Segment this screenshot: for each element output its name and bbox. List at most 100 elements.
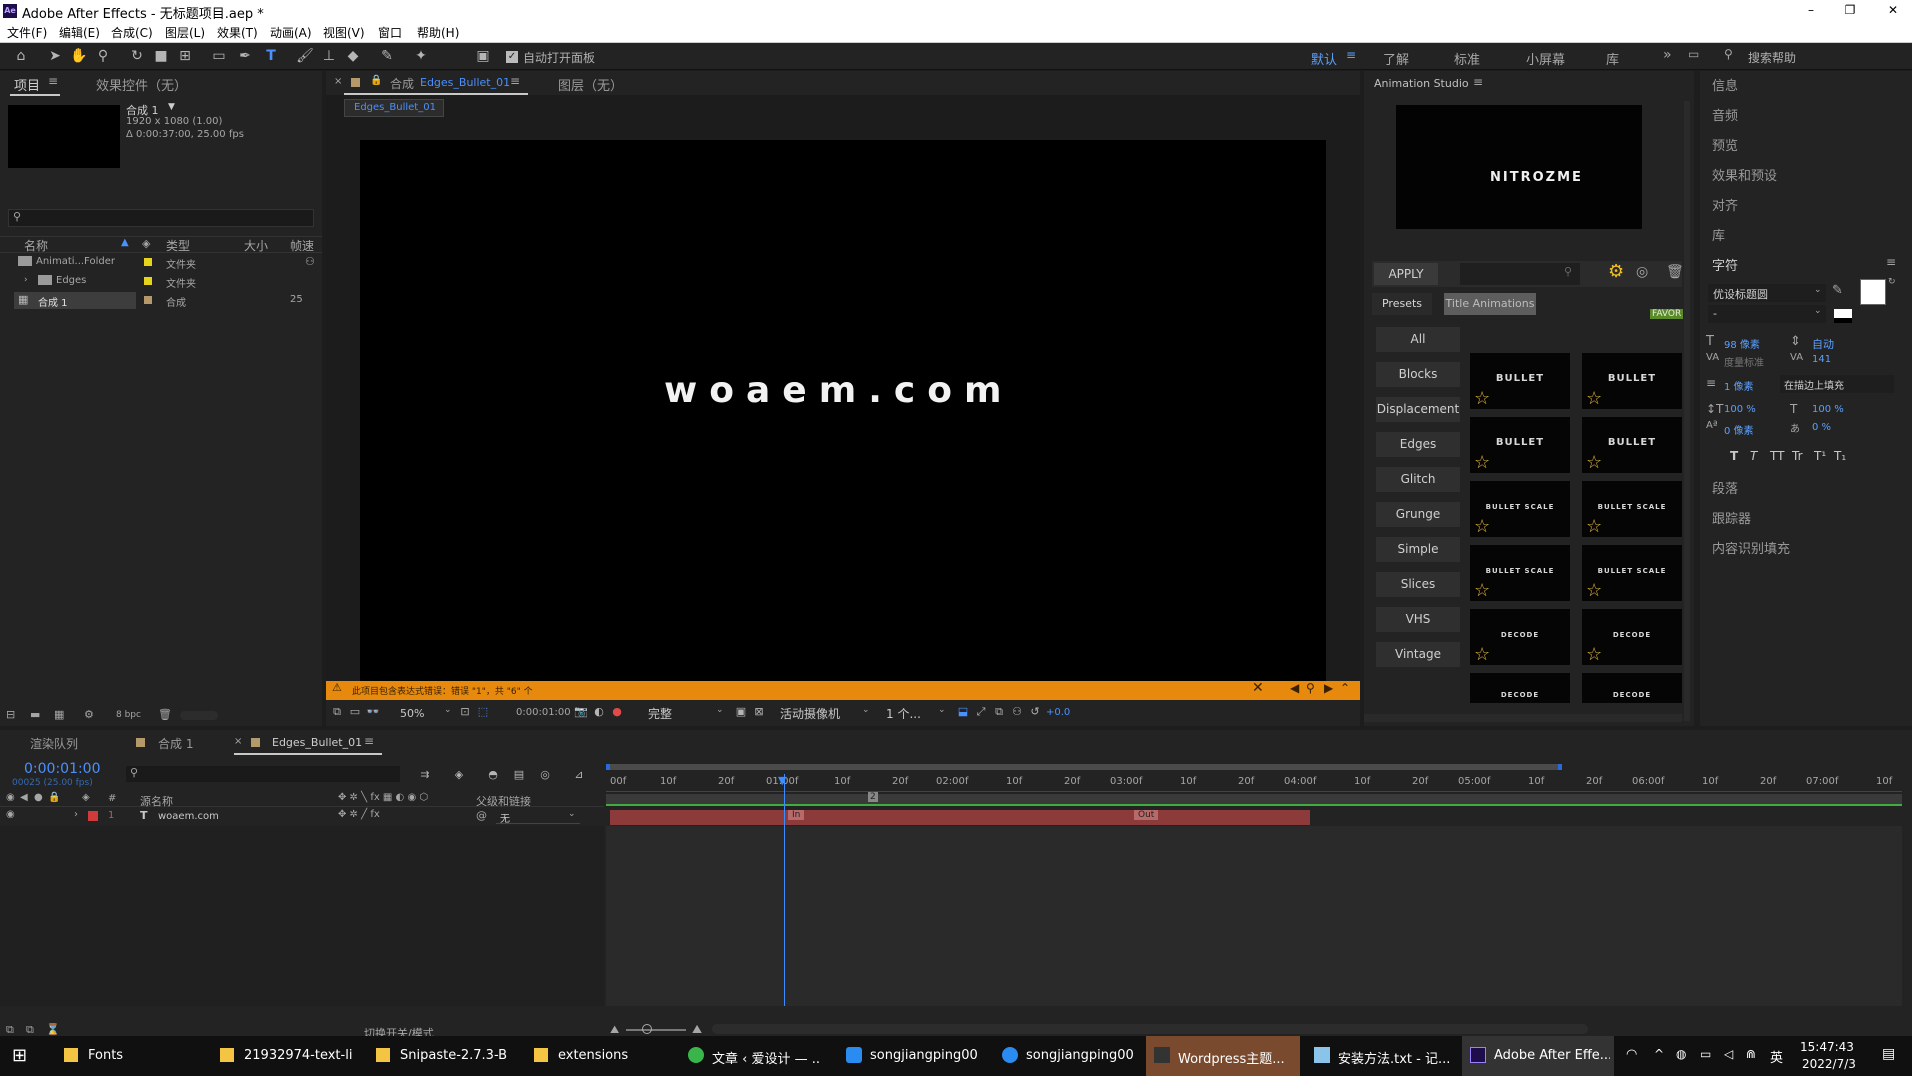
taskbar-item[interactable]: songjiangping00...: [842, 1036, 980, 1076]
menu-edit[interactable]: 编辑(E): [59, 24, 100, 41]
project-row-name[interactable]: Edges: [56, 275, 86, 286]
all-caps-button[interactable]: TT: [1770, 449, 1784, 463]
tab-presets[interactable]: Presets: [1372, 293, 1432, 315]
app-tray-icon[interactable]: ◍: [1676, 1047, 1686, 1061]
roi-icon[interactable]: ▣: [732, 703, 750, 721]
tab-project[interactable]: 项目: [14, 75, 40, 94]
panel-paragraph-tab[interactable]: 段落: [1712, 478, 1738, 497]
tab-edges-bullet[interactable]: Edges_Bullet_01: [272, 736, 362, 749]
taskbar-item[interactable]: songjiangping00...: [998, 1036, 1136, 1076]
menu-effect[interactable]: 效果(T): [217, 24, 258, 41]
zoom-in-icon[interactable]: ⛰: [692, 1022, 702, 1037]
roto-brush-tool-icon[interactable]: ✎: [378, 47, 396, 65]
taskbar-item[interactable]: extensions: [530, 1036, 668, 1076]
battery-icon[interactable]: ▭: [1700, 1047, 1711, 1061]
more-workspaces-icon[interactable]: »: [1663, 47, 1672, 63]
studio-search-input[interactable]: [1460, 263, 1580, 285]
toggle-modes-icon[interactable]: ⧉: [26, 1023, 34, 1037]
frame-blending-icon[interactable]: ▤: [510, 766, 528, 784]
bpc-label[interactable]: 8 bpc: [116, 710, 141, 720]
camera-dropdown-icon[interactable]: ⌄: [862, 705, 870, 715]
taskbar-item[interactable]: Snipaste-2.7.3-B...: [372, 1036, 510, 1076]
minimize-icon[interactable]: –: [1796, 0, 1826, 22]
category-vintage[interactable]: Vintage: [1376, 642, 1460, 667]
canvas[interactable]: [360, 140, 1326, 684]
selection-tool-icon[interactable]: ➤: [46, 47, 64, 65]
superscript-button[interactable]: T¹: [1814, 449, 1826, 463]
marker-in[interactable]: In: [788, 810, 805, 820]
info-icon[interactable]: ◎: [1636, 264, 1648, 280]
swap-colors-icon[interactable]: ↻: [1888, 277, 1896, 287]
work-area-range[interactable]: [606, 764, 1562, 770]
find-error-icon[interactable]: ⚲: [1306, 681, 1315, 695]
tray-expand-icon[interactable]: ^: [1654, 1047, 1664, 1061]
favorites-tab[interactable]: FAVOR: [1650, 309, 1684, 319]
menu-help[interactable]: 帮助(H): [417, 24, 459, 41]
reset-exposure-icon[interactable]: ↺: [1026, 703, 1044, 721]
panel-info[interactable]: 信息: [1712, 75, 1738, 94]
tab-title-animations[interactable]: Title Animations: [1444, 293, 1536, 315]
studio-title[interactable]: Animation Studio: [1374, 77, 1469, 90]
project-row-name[interactable]: 合成 1: [38, 294, 68, 309]
windows-start-icon[interactable]: ⊞: [12, 1045, 27, 1066]
category-grunge[interactable]: Grunge: [1376, 502, 1460, 527]
menu-file[interactable]: 文件(F): [7, 24, 47, 41]
zoom-slider[interactable]: [626, 1029, 686, 1031]
home-icon[interactable]: ⌂: [12, 47, 30, 65]
preset-thumb[interactable]: DECODE ☆: [1582, 609, 1682, 665]
workspace-small-screen[interactable]: 小屏幕: [1526, 49, 1565, 68]
search-help-icon[interactable]: ⚲: [1724, 47, 1733, 61]
playhead[interactable]: [784, 774, 785, 1006]
taskbar-item[interactable]: 21932974-text-li...: [216, 1036, 354, 1076]
horizontal-scale-value[interactable]: 100 %: [1812, 404, 1844, 415]
timeline-menu-icon[interactable]: ≡: [364, 734, 374, 748]
label-swatch-tan[interactable]: [144, 296, 152, 304]
favorite-star-icon[interactable]: ☆: [1474, 516, 1491, 537]
mask-view-icon[interactable]: 👓: [364, 703, 382, 721]
zoom-select[interactable]: 50%: [400, 707, 424, 720]
workspace-standard[interactable]: 标准: [1454, 49, 1480, 68]
pan-behind-tool-icon[interactable]: ⊞: [176, 47, 194, 65]
fit-icon[interactable]: ⊡: [456, 703, 474, 721]
prev-error-icon[interactable]: ◀: [1290, 681, 1299, 695]
small-caps-button[interactable]: Tr: [1792, 449, 1803, 463]
timeline-link-icon[interactable]: ⧉: [990, 703, 1008, 721]
label-swatch-yellow[interactable]: [144, 277, 152, 285]
delete-icon[interactable]: 🗑: [158, 708, 172, 721]
menu-view[interactable]: 视图(V): [323, 24, 365, 41]
taskbar-item-active[interactable]: Adobe After Effe...: [1462, 1036, 1614, 1076]
layer-label-swatch[interactable]: [88, 811, 98, 821]
kerning-value[interactable]: 度量标准: [1724, 354, 1764, 369]
resolution-select[interactable]: 完整: [648, 705, 672, 722]
category-displacement[interactable]: Displacement: [1376, 397, 1460, 422]
next-error-icon[interactable]: ▶: [1324, 681, 1333, 695]
show-snapshot-icon[interactable]: ◐: [590, 703, 608, 721]
always-preview-icon[interactable]: ⧉: [328, 703, 346, 721]
col-size[interactable]: 大小: [244, 237, 268, 254]
brush-tool-icon[interactable]: 🖌: [296, 47, 314, 65]
subscript-button[interactable]: T₁: [1834, 449, 1846, 463]
clone-stamp-tool-icon[interactable]: ⊥: [320, 47, 338, 65]
tab-layer[interactable]: 图层（无）: [558, 75, 623, 94]
settings-gear-icon[interactable]: ⚙: [1608, 261, 1624, 282]
color-channel-icon[interactable]: ●: [608, 703, 626, 721]
tab-comp-label[interactable]: 合成: [390, 75, 414, 92]
workspace-menu-icon[interactable]: ≡: [1346, 48, 1356, 62]
clock-time[interactable]: 15:47:43: [1800, 1040, 1854, 1054]
menu-animation[interactable]: 动画(A): [270, 24, 312, 41]
puppet-tool-icon[interactable]: ✦: [412, 47, 430, 65]
panel-libraries[interactable]: 库: [1712, 225, 1725, 244]
col-type[interactable]: 类型: [166, 237, 190, 254]
favorite-star-icon[interactable]: ☆: [1474, 644, 1491, 665]
category-simple[interactable]: Simple: [1376, 537, 1460, 562]
favorite-star-icon[interactable]: ☆: [1586, 580, 1603, 601]
preset-thumb[interactable]: BULLET SCALE ☆: [1582, 481, 1682, 537]
close-icon[interactable]: ✕: [1878, 0, 1908, 22]
camera-tool-icon[interactable]: ■: [152, 47, 170, 65]
playhead-handle-icon[interactable]: ▼: [778, 774, 786, 787]
preset-thumb[interactable]: BULLET ☆: [1582, 353, 1682, 409]
layer-name[interactable]: woaem.com: [158, 811, 219, 822]
clock-date[interactable]: 2022/7/3: [1802, 1057, 1856, 1071]
tab-comp-name[interactable]: Edges_Bullet_01: [420, 76, 510, 89]
flowchart-link-icon[interactable]: ⚇: [1008, 703, 1026, 721]
